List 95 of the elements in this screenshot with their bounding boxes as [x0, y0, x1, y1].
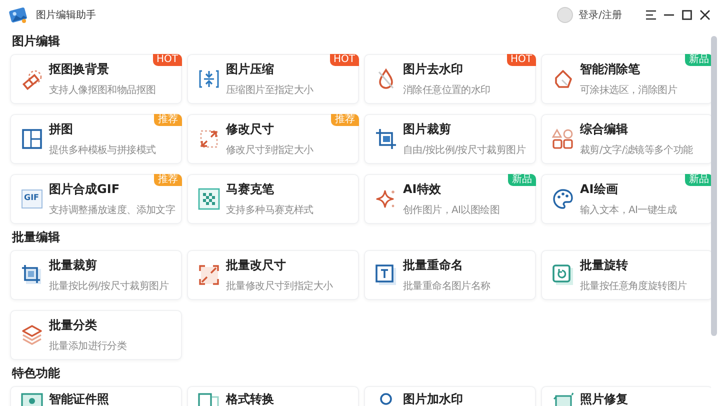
card-description: 批量重命名图片名称 — [403, 280, 490, 293]
card-title: 批量重命名 — [403, 257, 464, 274]
badge: 推荐 — [331, 114, 359, 126]
palette-icon — [552, 188, 574, 210]
feature-card[interactable]: 批量旋转 批量按任意角度旋转图片 — [541, 250, 711, 300]
feature-card[interactable]: 图片去水印 HOT 消除任意位置的水印 — [364, 54, 536, 104]
card-description: 压缩图片至指定大小 — [226, 84, 314, 97]
badge: 新品 — [508, 174, 536, 186]
card-description: 裁剪/文字/滤镜等多个功能 — [580, 144, 693, 157]
feature-card[interactable]: 批量重命名 批量重命名图片名称 — [364, 250, 536, 300]
card-description: 批量按比例/按尺寸裁剪图片 — [49, 280, 168, 293]
window-title: 图片编辑助手 — [36, 8, 97, 22]
card-description: 输入文本，AI一键生成 — [580, 204, 676, 217]
card-description: 支持多种马赛克样式 — [226, 204, 314, 217]
resize-icon — [198, 128, 220, 150]
rotate-icon — [552, 264, 574, 286]
scrollbar-thumb[interactable] — [711, 36, 717, 336]
app-logo-icon — [8, 6, 28, 24]
card-title: 批量旋转 — [580, 257, 629, 274]
section-heading: 特色功能 — [10, 365, 61, 382]
card-description: 支持人像抠图和物品抠图 — [49, 84, 156, 97]
badge: 新品 — [685, 174, 711, 186]
feature-card[interactable]: 格式转换 — [187, 386, 359, 406]
card-title: 图片压缩 — [226, 61, 275, 78]
card-title: AI特效 — [403, 181, 442, 198]
feature-card[interactable]: AI绘画 新品 输入文本，AI一键生成 — [541, 174, 711, 224]
card-description: 批量修改尺寸到指定大小 — [226, 280, 333, 293]
section-heading: 批量编辑 — [10, 229, 61, 246]
cutout-icon — [21, 68, 43, 90]
card-title: 图片去水印 — [403, 61, 464, 78]
feature-card[interactable]: 图片压缩 HOT 压缩图片至指定大小 — [187, 54, 359, 104]
feature-card[interactable]: 图片加水印 — [364, 386, 536, 406]
card-description: 可涂抹选区，消除图片 — [580, 84, 678, 97]
feature-card[interactable]: 修改尺寸 推荐 修改尺寸到指定大小 — [187, 114, 359, 164]
card-title: 格式转换 — [226, 391, 274, 406]
feature-card[interactable]: GIF 图片合成GIF 推荐 支持调整播放速度、添加文字 — [10, 174, 182, 224]
feature-card[interactable]: 抠图换背景 HOT 支持人像抠图和物品抠图 — [10, 54, 182, 104]
card-title: AI绘画 — [580, 181, 619, 198]
feature-card[interactable]: 图片裁剪 自由/按比例/按尺寸裁剪图片 — [364, 114, 536, 164]
card-title: 智能消除笔 — [580, 61, 641, 78]
card-title: 图片裁剪 — [403, 121, 452, 138]
gif-icon-label: GIF — [24, 193, 40, 202]
feature-card[interactable]: 马赛克笔 支持多种马赛克样式 — [187, 174, 359, 224]
feature-card[interactable]: 批量改尺寸 批量修改尺寸到指定大小 — [187, 250, 359, 300]
layout-icon — [21, 128, 43, 150]
card-title: 智能证件照 — [49, 391, 109, 406]
card-title: 批量分类 — [49, 317, 98, 334]
feature-card[interactable]: AI特效 新品 创作图片，AI以图绘图 — [364, 174, 536, 224]
card-title: 拼图 — [49, 121, 74, 138]
feature-card[interactable]: 综合编辑 裁剪/文字/滤镜等多个功能 — [541, 114, 711, 164]
crop-stack-icon — [21, 264, 43, 286]
resize-icon — [198, 264, 220, 286]
sparkle-icon — [375, 188, 397, 210]
badge: HOT — [152, 54, 182, 66]
gif-icon — [21, 188, 43, 210]
feature-card[interactable]: 批量裁剪 批量按比例/按尺寸裁剪图片 — [10, 250, 182, 300]
card-title: 批量改尺寸 — [226, 257, 287, 274]
card-title: 批量裁剪 — [49, 257, 98, 274]
login-link[interactable]: 登录/注册 — [578, 8, 622, 22]
card-description: 消除任意位置的水印 — [403, 84, 490, 97]
card-description: 自由/按比例/按尺寸裁剪图片 — [403, 144, 526, 157]
card-title: 马赛克笔 — [226, 181, 275, 198]
feature-card[interactable]: 批量分类 批量添加进行分类 — [10, 310, 182, 360]
card-title: 图片加水印 — [403, 391, 463, 406]
eraser-icon — [552, 68, 574, 90]
crop-icon — [375, 128, 397, 150]
shapes-icon — [552, 128, 574, 150]
badge: 推荐 — [154, 174, 182, 186]
menu-icon[interactable] — [646, 10, 656, 20]
mosaic-icon — [198, 188, 220, 210]
card-title: 图片合成GIF — [49, 181, 121, 198]
card-description: 修改尺寸到指定大小 — [226, 144, 314, 157]
card-title: 照片修复 — [580, 391, 628, 406]
card-title: 抠图换背景 — [49, 61, 110, 78]
maximize-icon[interactable] — [682, 10, 692, 20]
badge: HOT — [330, 54, 359, 66]
feature-card[interactable]: 智能消除笔 新品 可涂抹选区，消除图片 — [541, 54, 711, 104]
section-heading: 图片编辑 — [11, 33, 61, 50]
card-description: 批量按任意角度旋转图片 — [580, 280, 687, 293]
badge: 新品 — [685, 54, 711, 66]
card-title: 修改尺寸 — [226, 121, 275, 138]
card-description: 创作图片，AI以图绘图 — [403, 204, 500, 217]
card-title: 综合编辑 — [580, 121, 629, 138]
feature-card[interactable]: 拼图 推荐 提供多种模板与拼接模式 — [10, 114, 182, 164]
card-description: 支持调整播放速度、添加文字 — [49, 204, 176, 217]
badge: HOT — [506, 54, 536, 66]
layers-icon — [21, 324, 43, 346]
feature-card[interactable]: 照片修复 — [541, 386, 711, 406]
close-icon[interactable] — [700, 10, 710, 20]
compress-icon — [198, 68, 220, 90]
badge: 推荐 — [154, 114, 182, 126]
card-description: 批量添加进行分类 — [49, 340, 127, 353]
feature-card[interactable]: 智能证件照 — [10, 386, 182, 406]
card-description: 提供多种模板与拼接模式 — [49, 144, 156, 157]
text-box-icon — [375, 264, 397, 286]
